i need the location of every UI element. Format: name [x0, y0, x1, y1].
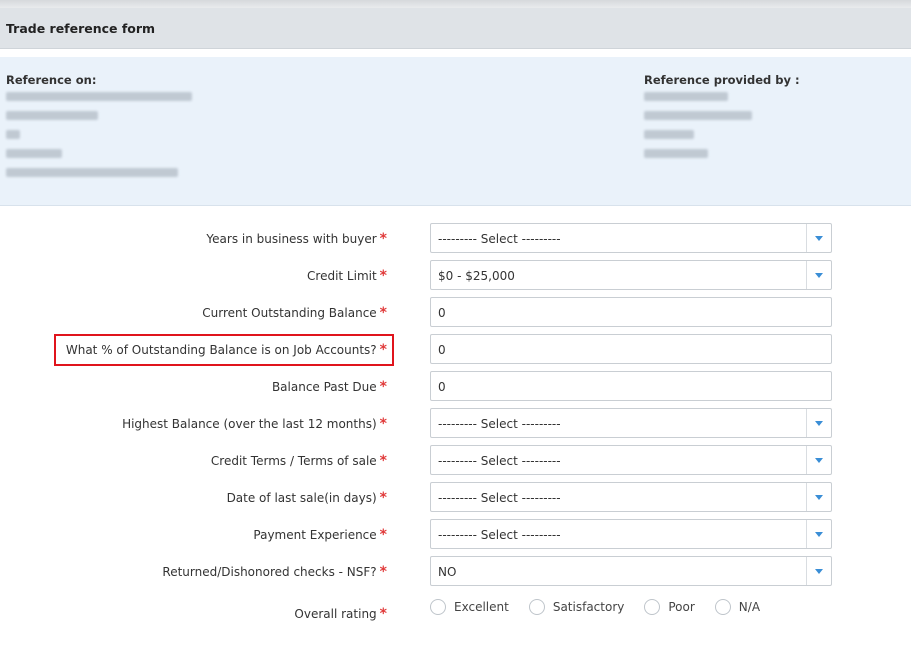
chevron-down-icon [815, 569, 823, 574]
required-asterisk: * [379, 379, 387, 395]
reference-on-label: Reference on: [6, 73, 97, 87]
select-field[interactable]: --------- Select --------- [430, 223, 832, 253]
redacted-line [6, 130, 20, 139]
dropdown-button[interactable] [806, 483, 831, 511]
required-asterisk: * [379, 305, 387, 321]
dropdown-button[interactable] [806, 446, 831, 474]
field-value: --------- Select --------- [438, 491, 561, 505]
redacted-line [644, 111, 752, 120]
form-row: Payment Experience * --------- Select ----… [0, 519, 911, 551]
select-field[interactable]: NO [430, 556, 832, 586]
select-field[interactable]: --------- Select --------- [430, 445, 832, 475]
redacted-line [6, 111, 98, 120]
chevron-down-icon [815, 495, 823, 500]
form-row: Credit Limit * $0 - $25,000 [0, 260, 911, 292]
rating-option-satisfactory[interactable]: Satisfactory [528, 599, 624, 615]
text-input[interactable]: 0 [430, 334, 832, 364]
required-asterisk: * [379, 268, 387, 284]
form-row: Current Outstanding Balance * 0 [0, 297, 911, 329]
field-value: --------- Select --------- [438, 417, 561, 431]
rating-option-excellent[interactable]: Excellent [430, 599, 509, 615]
text-input[interactable]: 0 [430, 297, 832, 327]
radio-circle-icon[interactable] [430, 599, 446, 615]
rating-option-poor[interactable]: Poor [644, 599, 695, 615]
form-row: Credit Terms / Terms of sale * --------- S… [0, 445, 911, 477]
form-row: Highest Balance (over the last 12 months… [0, 408, 911, 440]
chevron-down-icon [815, 236, 823, 241]
form-row: Date of last sale(in days) * --------- Sel… [0, 482, 911, 514]
reference-provided-by-label: Reference provided by : [644, 73, 800, 87]
field-value: 0 [438, 343, 446, 357]
select-field[interactable]: --------- Select --------- [430, 408, 832, 438]
select-field[interactable]: --------- Select --------- [430, 519, 832, 549]
field-value: --------- Select --------- [438, 528, 561, 542]
redacted-line [6, 92, 192, 101]
chevron-down-icon [815, 273, 823, 278]
radio-circle-icon[interactable] [528, 599, 545, 615]
field-label: Credit Terms / Terms of sale * [210, 453, 387, 469]
dropdown-button[interactable] [806, 409, 831, 437]
required-asterisk: * [379, 490, 387, 506]
required-asterisk: * [379, 527, 387, 543]
redacted-line [6, 149, 62, 158]
field-label: Payment Experience * [253, 527, 387, 543]
required-asterisk: * [379, 453, 387, 469]
select-field[interactable]: $0 - $25,000 [430, 260, 832, 290]
rating-option-na[interactable]: N/A [714, 599, 760, 615]
field-label: Balance Past Due * [271, 379, 387, 395]
field-label: Current Outstanding Balance * [202, 305, 387, 321]
redacted-line [644, 92, 728, 101]
redacted-line [6, 168, 178, 177]
radio-circle-icon[interactable] [644, 599, 661, 615]
redacted-line [644, 130, 694, 139]
required-asterisk: * [379, 564, 387, 580]
dropdown-button[interactable] [806, 557, 831, 585]
field-value: 0 [438, 306, 446, 320]
form-header: Trade reference form [0, 8, 911, 49]
field-value: --------- Select --------- [438, 232, 561, 246]
field-value: NO [438, 565, 457, 579]
dropdown-button[interactable] [806, 224, 831, 252]
form-row: Balance Past Due * 0 [0, 371, 911, 403]
field-value: 0 [438, 380, 446, 394]
field-value: $0 - $25,000 [438, 269, 515, 283]
chevron-down-icon [815, 532, 823, 537]
field-label: Date of last sale(in days) * [226, 490, 387, 506]
text-input[interactable]: 0 [430, 371, 832, 401]
form-title: Trade reference form [6, 21, 156, 36]
required-asterisk: * [379, 231, 387, 247]
field-value: --------- Select --------- [438, 454, 561, 468]
reference-on-block: Reference on: [6, 73, 192, 187]
field-label: Years in business with buyer * [206, 231, 387, 247]
highlight-box [54, 334, 394, 366]
dropdown-button[interactable] [806, 261, 831, 289]
reference-info-panel: Reference on: Reference provided by : [0, 57, 911, 206]
chevron-down-icon [815, 421, 823, 426]
radio-circle-icon[interactable] [714, 599, 731, 615]
field-label: Highest Balance (over the last 12 months… [122, 416, 387, 432]
form-row: Years in business with buyer * --------- S… [0, 223, 911, 255]
field-label: Returned/Dishonored checks - NSF? * [162, 564, 387, 580]
top-shadow [0, 0, 911, 8]
required-asterisk: * [379, 606, 387, 622]
required-asterisk: * [379, 416, 387, 432]
chevron-down-icon [815, 458, 823, 463]
overall-rating-radio-group: Excellent Satisfactory Poor N/A [430, 599, 780, 615]
dropdown-button[interactable] [806, 520, 831, 548]
reference-provided-by-block: Reference provided by : [644, 73, 800, 168]
redacted-line [644, 149, 708, 158]
form-row: Returned/Dishonored checks - NSF? * NO [0, 556, 911, 588]
field-label: Credit Limit * [307, 268, 387, 284]
overall-rating-label: Overall rating * [294, 606, 387, 622]
select-field[interactable]: --------- Select --------- [430, 482, 832, 512]
